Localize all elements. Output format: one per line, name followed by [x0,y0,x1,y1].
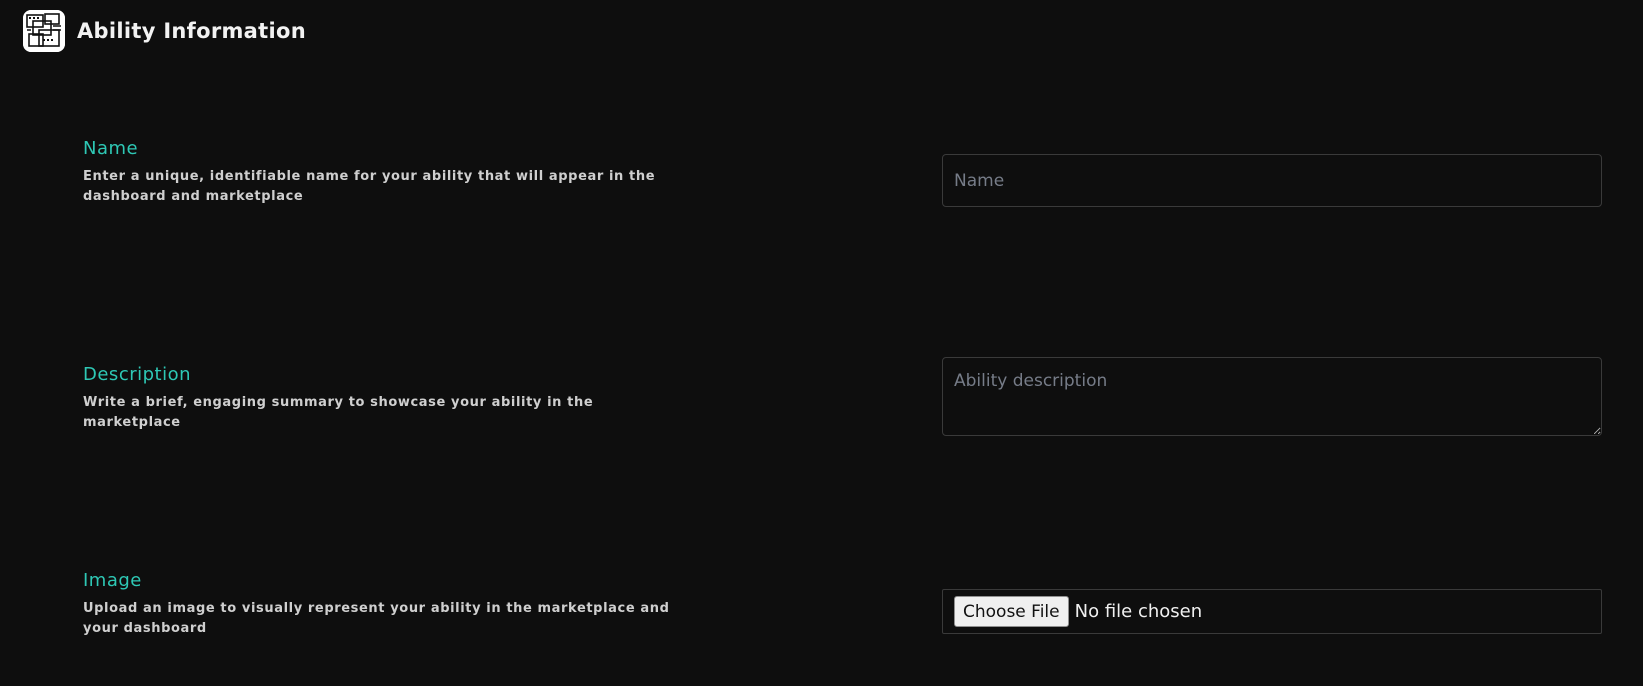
page-title: Ability Information [77,19,306,43]
description-label: Description [83,364,192,385]
name-input[interactable] [942,154,1602,207]
description-description: Write a brief, engaging summary to showc… [83,395,594,430]
name-label: Name [83,138,139,159]
file-status-text: No file chosen [1074,601,1203,622]
choose-file-button[interactable]: Choose File [954,596,1069,627]
page-header: Ability Information [23,10,306,52]
ability-information-page: Ability Information Name Enter a unique,… [0,0,1643,686]
image-label: Image [83,570,142,591]
image-file-input[interactable]: Choose File No file chosen [942,589,1602,634]
image-description: Upload an image to visually represent yo… [83,601,670,636]
name-description: Enter a unique, identifiable name for yo… [83,169,656,204]
maze-logo-icon [23,10,65,52]
description-textarea[interactable] [942,357,1602,436]
